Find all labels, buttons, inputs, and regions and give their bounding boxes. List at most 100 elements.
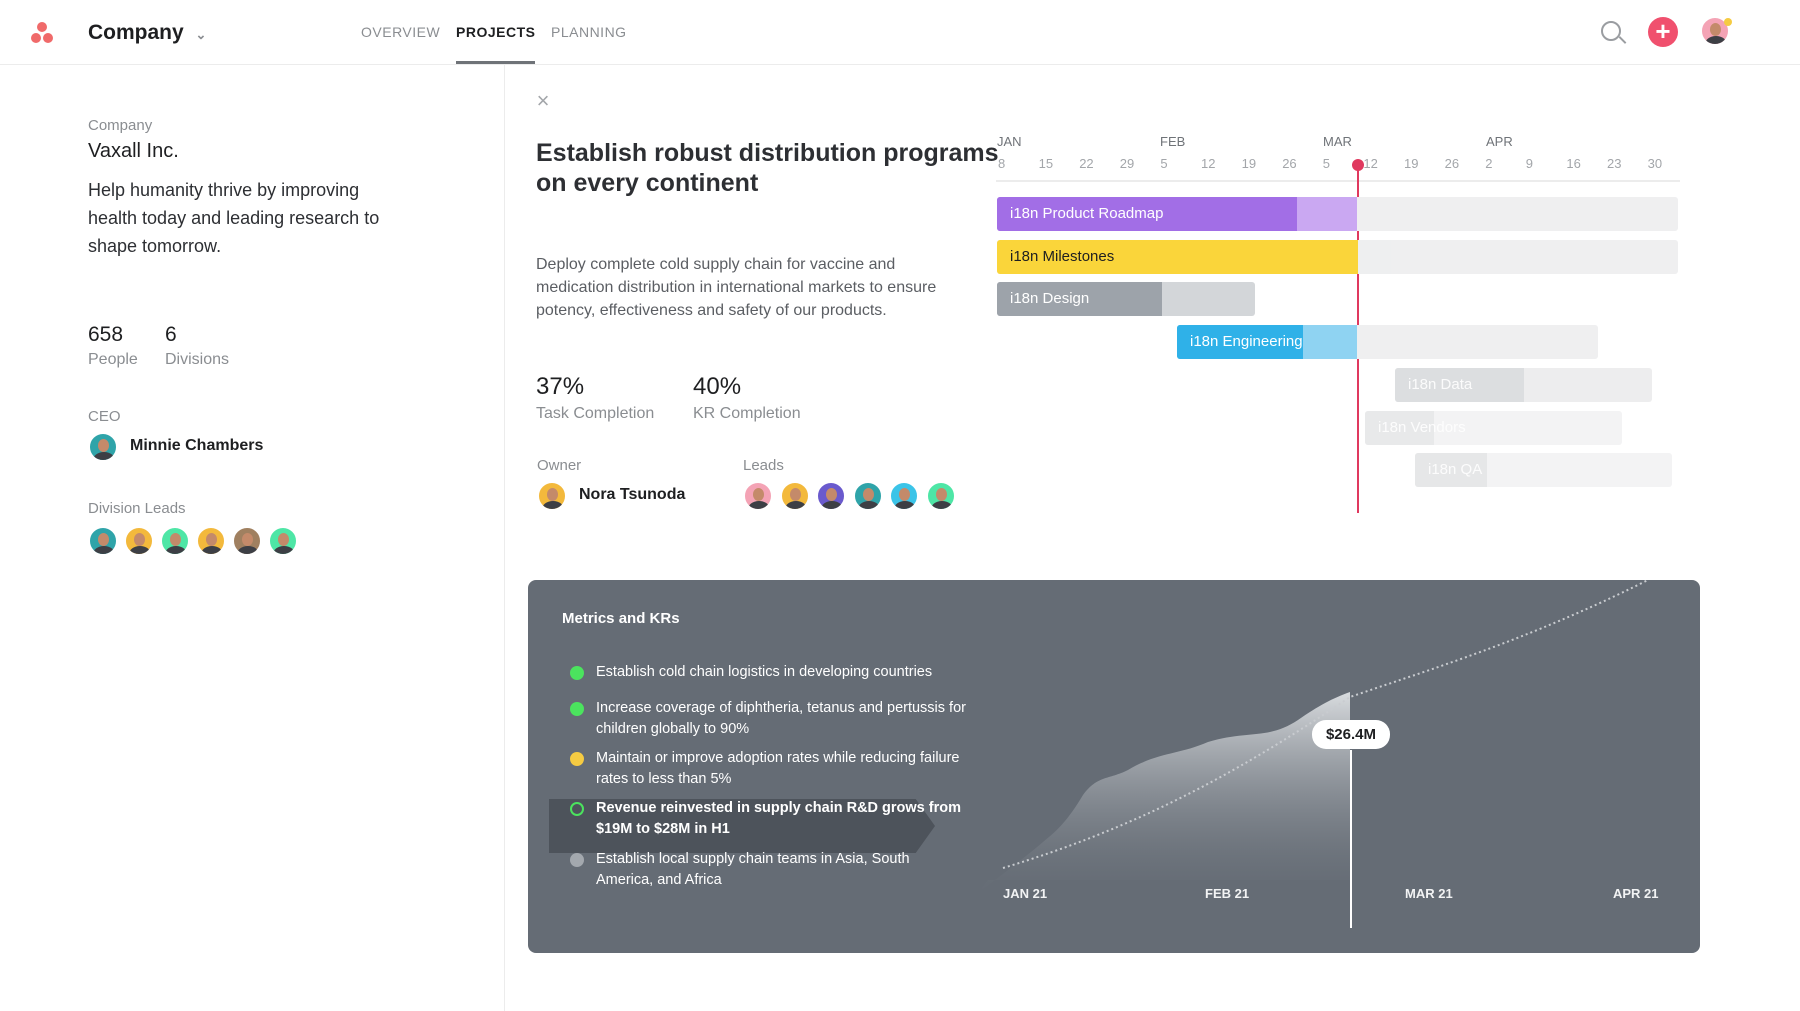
x-label: FEB 21 xyxy=(1205,886,1250,901)
tab-planning[interactable]: PLANNING xyxy=(551,24,627,40)
kr-text: Revenue reinvested in supply chain R&D g… xyxy=(596,800,961,837)
gantt-bar-label: i18n Product Roadmap xyxy=(1010,205,1164,222)
stat-kr-completion: 40% KR Completion xyxy=(693,373,801,422)
top-bar: Company ⌄ OVERVIEW PROJECTS PLANNING + xyxy=(0,0,1800,65)
stat-task-completion: 37% Task Completion xyxy=(536,373,655,422)
day-label: 19 xyxy=(1241,156,1257,171)
kr-item[interactable]: Maintain or improve adoption rates while… xyxy=(570,748,966,790)
workspace-switcher[interactable]: Company ⌄ xyxy=(88,21,206,45)
owner-name[interactable]: Nora Tsunoda xyxy=(579,486,685,504)
lead-avatar[interactable] xyxy=(925,481,956,511)
lead-avatar[interactable] xyxy=(816,481,846,511)
lead-avatar[interactable] xyxy=(852,481,883,511)
x-label: JAN 21 xyxy=(1003,886,1048,901)
day-label: 2 xyxy=(1485,156,1493,171)
owner-label: Owner xyxy=(537,457,582,474)
kr-text: Maintain or improve adoption rates while… xyxy=(596,750,960,787)
ceo-avatar[interactable] xyxy=(88,432,118,462)
gantt-bar[interactable]: i18n Milestones xyxy=(997,239,1678,274)
gantt-bar[interactable]: i18n Engineering xyxy=(1177,325,1598,360)
kr-item[interactable]: Establish local supply chain teams in As… xyxy=(570,849,966,891)
actual-area xyxy=(978,692,1350,893)
company-mission: Help humanity thrive by improving health… xyxy=(88,180,380,256)
stat-divisions: 6 Divisions xyxy=(165,323,230,368)
division-lead-avatar[interactable] xyxy=(160,526,190,556)
kr-item[interactable]: Revenue reinvested in supply chain R&D g… xyxy=(570,798,966,840)
tab-projects[interactable]: PROJECTS xyxy=(456,24,535,40)
current-value-badge: $26.4M xyxy=(1312,720,1390,749)
timeline-axis-line xyxy=(996,180,1680,182)
division-lead-avatar[interactable] xyxy=(88,526,118,556)
panel-divider xyxy=(504,65,505,1011)
day-label: 12 xyxy=(1201,156,1216,171)
status-dot-icon xyxy=(570,802,584,816)
x-label: APR 21 xyxy=(1613,886,1659,901)
gantt-bar-label: i18n Data xyxy=(1408,375,1473,393)
today-marker xyxy=(1352,159,1364,171)
gantt-bar-label: i18n QA xyxy=(1428,461,1483,479)
notification-dot xyxy=(1724,18,1732,26)
metrics-panel: Metrics and KRs JAN 21 FEB 21 MAR 21 APR… xyxy=(528,580,1700,953)
month-label: FEB xyxy=(1160,134,1186,149)
logo-icon[interactable] xyxy=(30,22,54,44)
day-label: 23 xyxy=(1607,156,1622,171)
ceo-name[interactable]: Minnie Chambers xyxy=(130,437,263,455)
status-dot-icon xyxy=(570,752,584,766)
day-label: 16 xyxy=(1566,156,1581,171)
day-label: 8 xyxy=(998,156,1006,171)
month-label: JAN xyxy=(997,134,1022,149)
gantt-bar[interactable]: i18n Product Roadmap xyxy=(997,197,1678,231)
gantt-bar-label: i18n Design xyxy=(1010,290,1090,308)
lead-avatar[interactable] xyxy=(743,481,773,511)
day-label: 5 xyxy=(1160,156,1168,171)
month-label: APR xyxy=(1486,134,1513,149)
day-label: 12 xyxy=(1363,156,1378,171)
division-lead-avatar[interactable] xyxy=(196,526,226,556)
leads-label: Leads xyxy=(743,457,784,474)
active-tab-indicator xyxy=(456,61,535,64)
day-label: 22 xyxy=(1079,156,1094,171)
gantt-bar[interactable]: i18n QA xyxy=(1415,453,1672,488)
plus-icon[interactable]: + xyxy=(1648,17,1678,47)
gantt-bar[interactable]: i18n Data xyxy=(1395,367,1652,402)
lead-avatar[interactable] xyxy=(889,481,919,511)
division-leads-label: Division Leads xyxy=(88,500,186,517)
day-label: 29 xyxy=(1119,156,1135,171)
gantt-bar[interactable]: i18n Vendors xyxy=(1365,410,1622,445)
kr-item[interactable]: Increase coverage of diphtheria, tetanus… xyxy=(570,698,966,740)
day-label: 26 xyxy=(1444,156,1460,171)
status-dot-icon xyxy=(570,853,584,867)
company-name: Vaxall Inc. xyxy=(88,140,179,162)
day-label: 15 xyxy=(1038,156,1054,171)
ceo-label: CEO xyxy=(88,408,121,425)
kr-item[interactable]: Establish cold chain logistics in develo… xyxy=(570,662,966,683)
owner-avatar[interactable] xyxy=(537,481,567,511)
day-label: 26 xyxy=(1282,156,1297,171)
kr-text: Establish cold chain logistics in develo… xyxy=(596,664,933,680)
current-value-line xyxy=(1350,750,1352,928)
kr-text: Increase coverage of diphtheria, tetanus… xyxy=(596,700,966,737)
stat-people: 658 People xyxy=(88,323,138,368)
division-lead-avatar[interactable] xyxy=(124,526,154,556)
project-title: Establish robust distribution programs o… xyxy=(536,139,999,197)
tab-overview[interactable]: OVERVIEW xyxy=(361,24,440,40)
project-description: Deploy complete cold supply chain for va… xyxy=(536,256,937,319)
day-label: 5 xyxy=(1322,156,1331,171)
gantt-bar-label: i18n Engineering xyxy=(1190,333,1303,351)
company-label: Company xyxy=(88,117,153,134)
x-label: MAR 21 xyxy=(1405,886,1453,901)
close-icon[interactable]: × xyxy=(532,90,554,112)
day-label: 19 xyxy=(1404,156,1419,171)
lead-avatar[interactable] xyxy=(779,481,810,511)
search-icon[interactable] xyxy=(1601,21,1621,41)
status-dot-icon xyxy=(570,666,584,680)
division-lead-avatar[interactable] xyxy=(232,526,262,556)
gantt-bar-label: i18n Milestones xyxy=(1010,247,1115,265)
gantt-bar[interactable]: i18n Design xyxy=(997,282,1255,317)
day-label: 30 xyxy=(1647,156,1663,171)
month-label: MAR xyxy=(1323,134,1352,149)
day-label: 9 xyxy=(1525,156,1534,171)
chevron-down-icon: ⌄ xyxy=(195,27,207,42)
division-lead-avatar[interactable] xyxy=(268,526,298,556)
gantt-bar-label: i18n Vendors xyxy=(1378,418,1466,436)
